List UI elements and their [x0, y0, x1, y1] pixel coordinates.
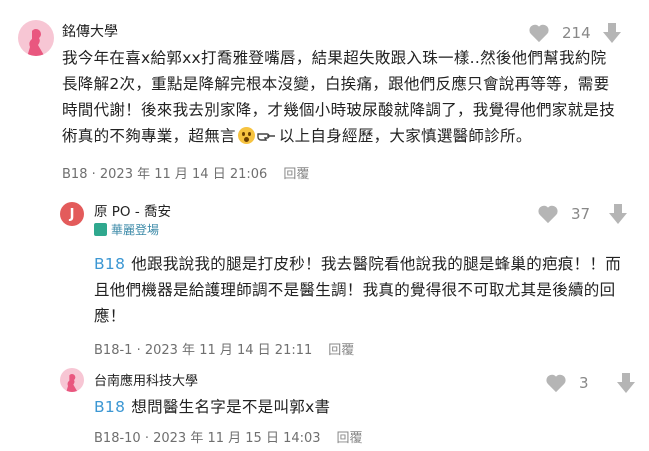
heart-icon[interactable]	[537, 204, 559, 224]
surprised-face-emoji	[237, 127, 255, 144]
reply-button[interactable]: 回覆	[283, 167, 309, 182]
comment-text-part: 以上自身經歷，大家慎選醫師診所。	[278, 127, 532, 145]
comment-meta: B18-1 · 2023 年 11 月 14 日 21:11 回覆	[94, 343, 355, 358]
floor-reference-link[interactable]: B18	[94, 255, 125, 273]
badge-icon	[94, 223, 107, 236]
pointing-hand-emoji	[257, 133, 275, 141]
floor-number: B18-10	[94, 431, 141, 446]
like-count: 3	[579, 374, 589, 392]
author-name[interactable]: 原 PO - 喬安	[94, 200, 171, 220]
like-count: 214	[562, 24, 591, 42]
comment-meta: B18-10 · 2023 年 11 月 15 日 14:03 回覆	[94, 431, 363, 446]
author-name[interactable]: 銘傳大學	[62, 21, 118, 41]
user-badge: 華麗登場	[94, 221, 159, 238]
floor-reference-link[interactable]: B18	[94, 398, 125, 416]
comment-text-body: 他跟我說我的腿是打皮秒！我去醫院看他說我的腿是蜂巢的疤痕！！而且他們機器是給護理…	[94, 255, 622, 325]
avatar[interactable]: J	[60, 202, 84, 226]
badge-label: 華麗登場	[111, 223, 160, 237]
heart-icon[interactable]	[528, 23, 550, 43]
comment-text: B18 想問醫生名字是不是叫郭x書	[94, 394, 614, 420]
like-count: 37	[571, 205, 591, 223]
arrow-down-icon[interactable]	[617, 372, 635, 394]
vote-group: 214	[528, 22, 621, 44]
author-name[interactable]: 台南應用科技大學	[94, 370, 198, 389]
comment-text: 我今年在喜x給郭xx打喬雅登嘴唇，結果超失敗跟入珠一樣..然後他們幫我約院長降解…	[62, 45, 622, 149]
avatar[interactable]	[18, 20, 54, 56]
reply-button[interactable]: 回覆	[337, 431, 363, 446]
arrow-down-icon[interactable]	[602, 22, 621, 44]
arrow-down-icon[interactable]	[609, 203, 627, 225]
comment-meta: B18 · 2023 年 11 月 14 日 21:06 回覆	[62, 167, 310, 182]
floor-number: B18	[62, 167, 88, 182]
vote-group: 37	[537, 203, 627, 225]
timestamp: 2023 年 11 月 14 日 21:06	[99, 167, 268, 182]
heart-icon[interactable]	[545, 373, 567, 393]
timestamp: 2023 年 11 月 14 日 21:11	[144, 343, 313, 358]
comment-text-body: 想問醫生名字是不是叫郭x書	[131, 398, 331, 416]
vote-group: 3	[545, 372, 635, 394]
timestamp: 2023 年 11 月 15 日 14:03	[153, 431, 321, 446]
floor-number: B18-1	[94, 343, 133, 358]
avatar[interactable]	[60, 368, 84, 392]
comment-text: B18 他跟我說我的腿是打皮秒！我去醫院看他說我的腿是蜂巢的疤痕！！而且他們機器是…	[94, 251, 634, 329]
reply-button[interactable]: 回覆	[328, 343, 354, 358]
